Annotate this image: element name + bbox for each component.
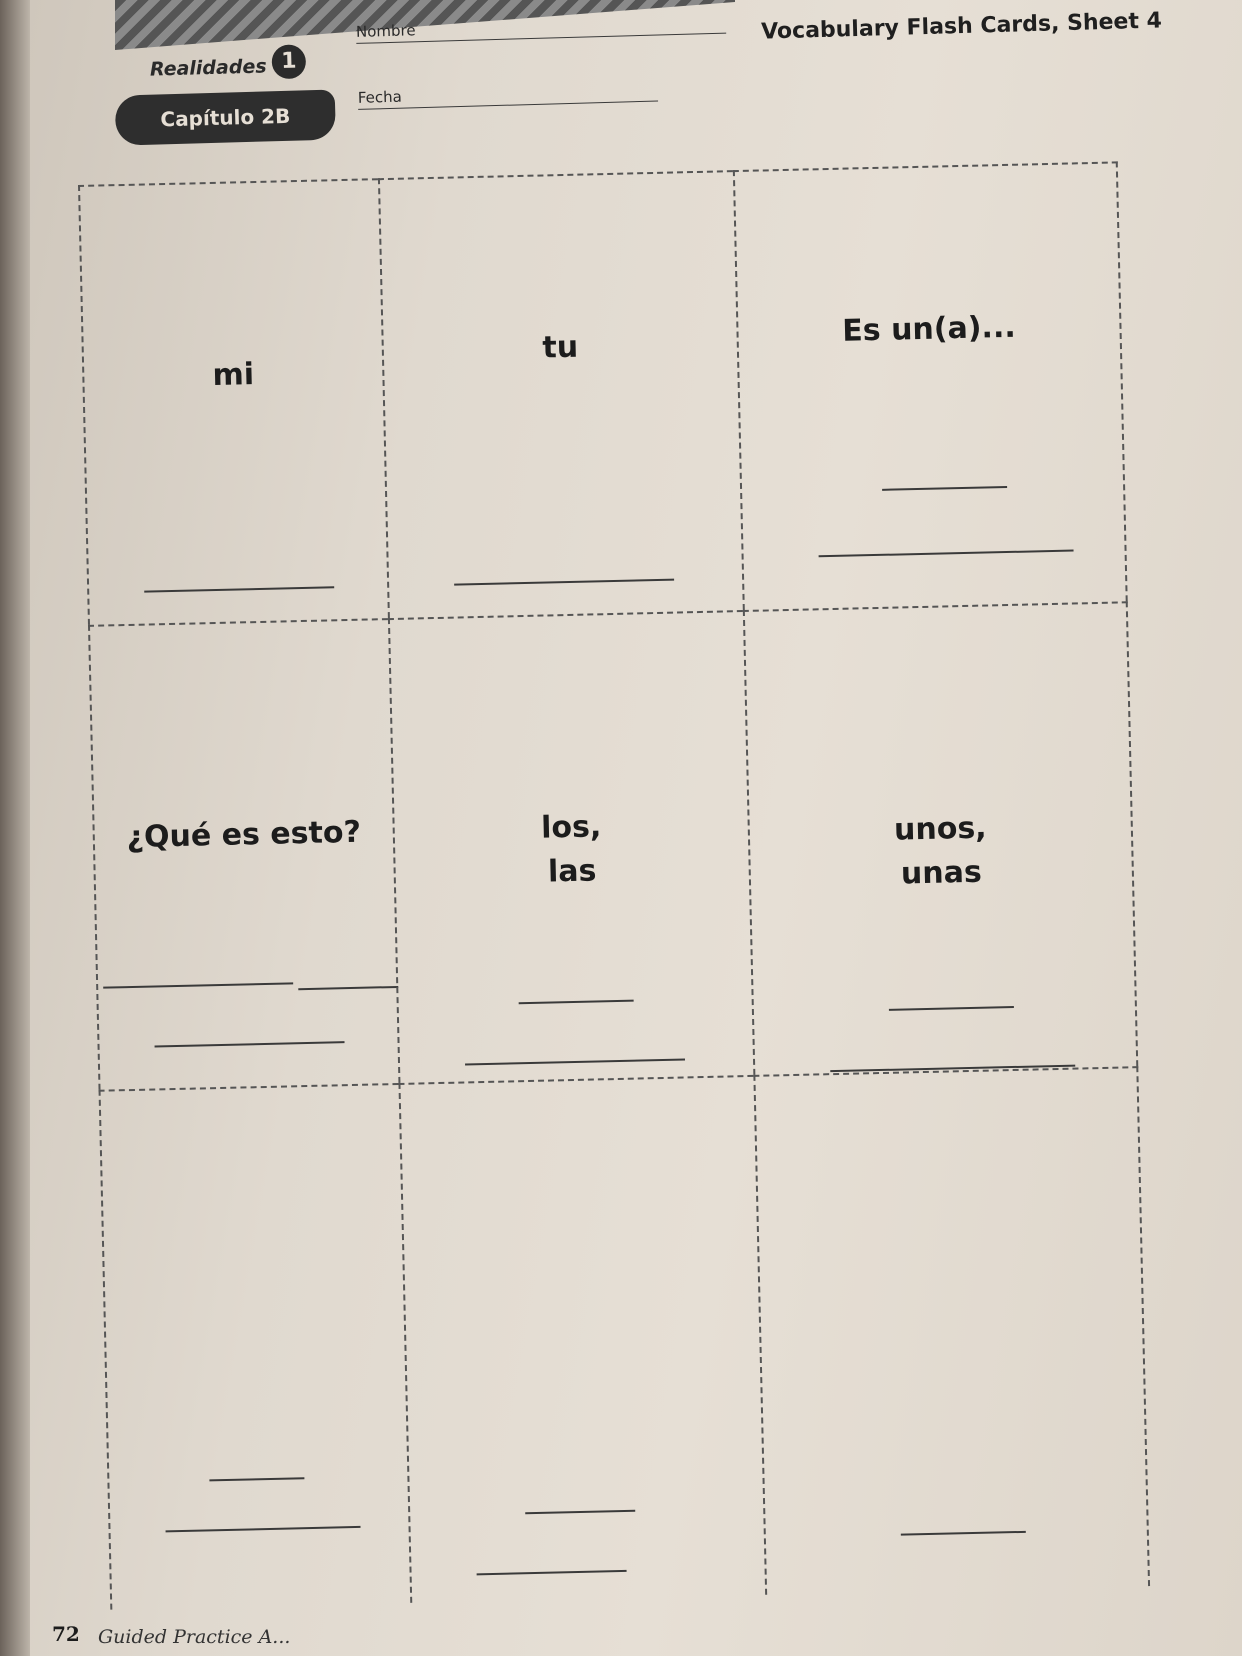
page-number: 72 [52,1622,80,1646]
answer-line[interactable] [209,1477,305,1482]
answer-line[interactable] [818,549,1074,558]
flash-card[interactable]: Es un(a)... [732,161,1128,611]
series-title: Realidades [149,55,267,81]
date-label: Fecha [357,87,403,107]
chapter-badge: Capítulo 2B [114,89,337,146]
flash-card[interactable]: tu [377,170,743,619]
answer-line[interactable] [103,982,294,989]
answer-line[interactable] [888,1005,1014,1011]
flash-card[interactable]: mi [78,178,388,625]
answer-line[interactable] [518,999,634,1005]
name-label: Nombre [355,21,416,41]
flash-card[interactable]: ¿Qué es esto? [87,618,399,1090]
worksheet-page: Realidades 1 Capítulo 2B Nombre Fecha Vo… [30,0,1242,1656]
flash-card[interactable]: los, las [387,610,754,1083]
flash-card[interactable] [753,1066,1151,1595]
card-word [760,1268,1141,1277]
card-word: los, las [540,809,602,890]
answer-line[interactable] [144,586,335,593]
card-word: mi [212,357,255,393]
answer-line[interactable] [900,1530,1026,1536]
footer-text: Guided Practice A... [98,1626,291,1648]
answer-line[interactable] [298,985,399,991]
sheet-title: Vocabulary Flash Cards, Sheet 4 [760,8,1163,45]
answer-line[interactable] [154,1041,345,1048]
card-word: tu [542,329,579,366]
flash-card[interactable] [398,1074,766,1603]
worksheet-header: Realidades 1 Capítulo 2B Nombre Fecha Vo… [30,0,1242,180]
card-word [105,1285,403,1292]
level-badge: 1 [271,44,307,80]
answer-line[interactable] [465,1058,686,1066]
answer-line[interactable] [525,1509,636,1515]
flash-card-grid: mi tu Es un(a)... ¿Qué es esto? los, las… [78,161,1152,1656]
card-word: Es un(a)... [841,309,1017,349]
card-word: unos, unas [893,810,988,892]
card-word [405,1277,758,1285]
flash-card[interactable]: unos, unas [742,601,1139,1075]
answer-line[interactable] [882,485,1008,491]
answer-line[interactable] [454,578,675,586]
answer-line[interactable] [476,1569,627,1576]
flash-card[interactable] [98,1082,411,1610]
card-word: ¿Qué es esto? [126,814,362,856]
answer-line[interactable] [165,1525,361,1533]
book-page-edge [0,0,30,1656]
date-field[interactable] [358,100,659,110]
